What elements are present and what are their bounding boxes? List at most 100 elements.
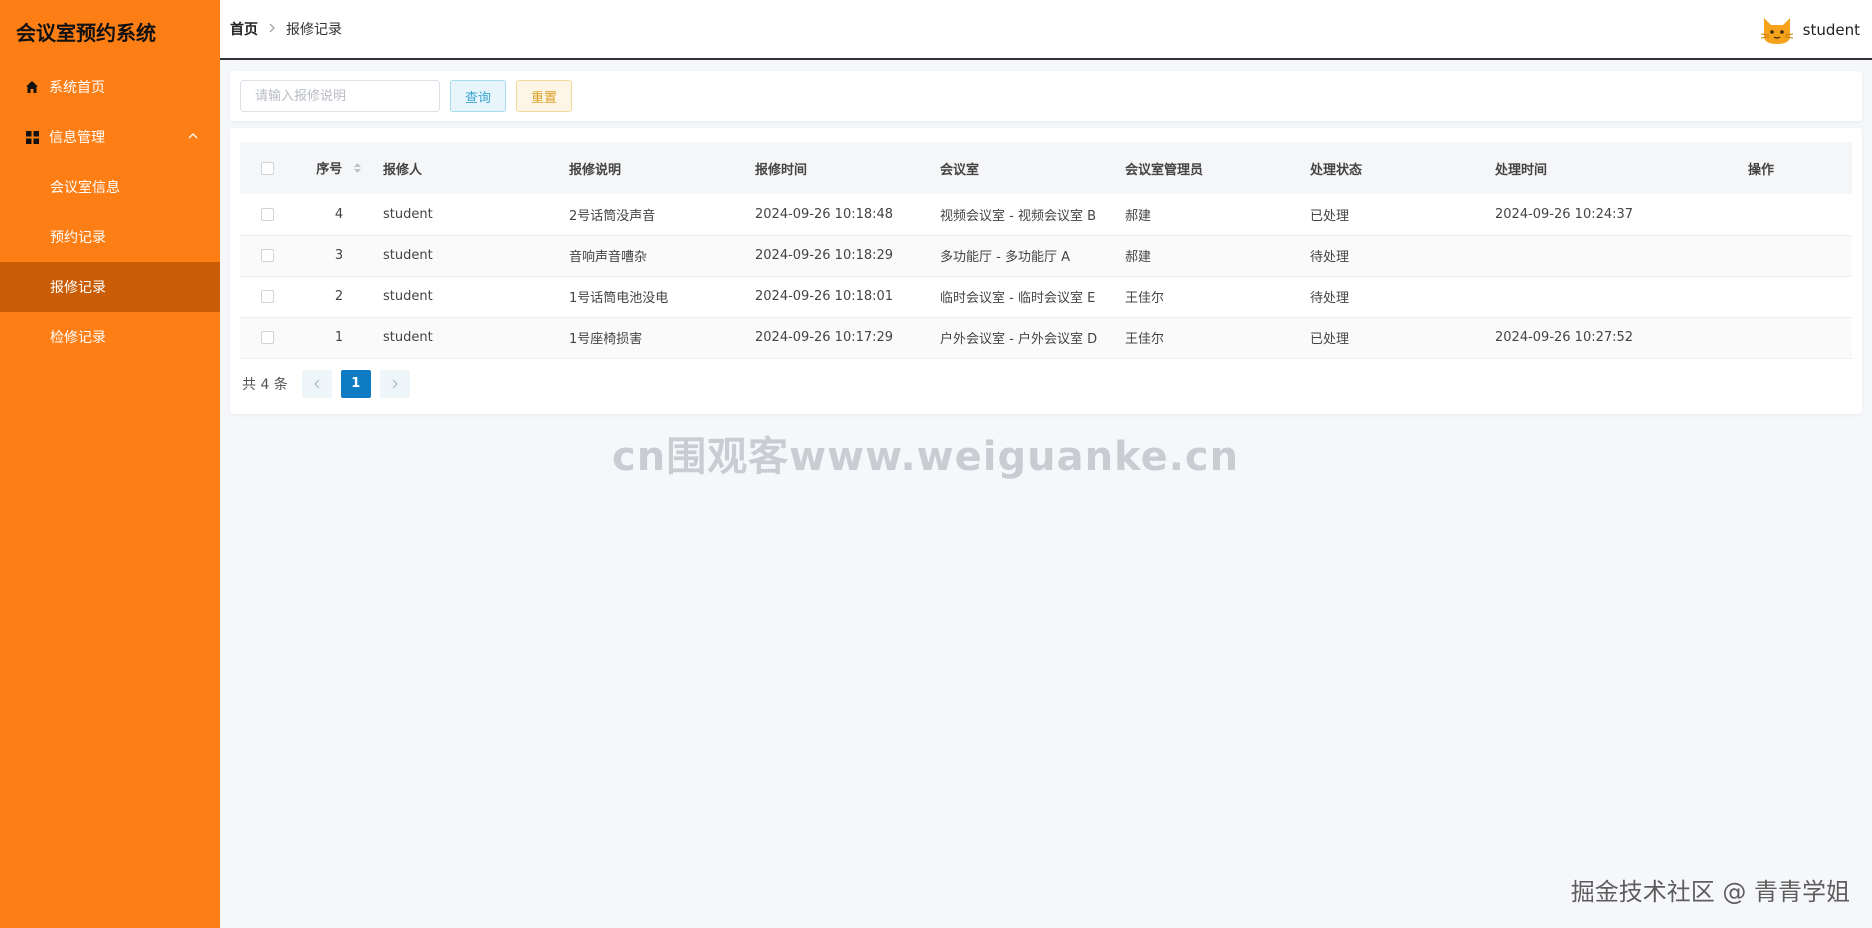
cell-description: 音响声音嘈杂 [569,250,648,265]
cell-time: 2024-09-26 10:18:01 [755,289,894,304]
column-header-actions: 操作 [1748,162,1775,178]
sidebar-item-label: 信息管理 [49,130,105,146]
pagination-next-button[interactable] [379,369,410,398]
cell-time: 2024-09-26 10:17:29 [755,330,894,345]
cell-status: 待处理 [1310,250,1350,265]
cell-reporter: student [383,206,433,222]
cell-index: 2 [334,289,344,304]
sidebar-group-info-management[interactable]: 信息管理 [0,112,220,162]
cell-handled-time: 2024-09-26 10:27:52 [1495,330,1634,345]
reset-button[interactable]: 重置 [516,80,573,112]
cell-description: 1号座椅损害 [569,332,643,347]
cell-handled-time: 2024-09-26 10:24:37 [1495,206,1634,222]
sidebar-item-room-info[interactable]: 会议室信息 [0,162,220,212]
row-checkbox-cell [240,276,295,317]
cell-time: 2024-09-26 10:18:48 [755,206,894,222]
cell-status: 已处理 [1310,208,1350,224]
cell-room: 视频会议室 - 视频会议室 B [940,208,1097,224]
search-bar: 查询 重置 [230,71,1862,121]
cell-handled-time [1495,276,1748,317]
cell-room: 临时会议室 - 临时会议室 E [940,291,1096,306]
select-all-checkbox[interactable] [261,161,274,175]
column-header-reporter: 报修人 [383,162,423,178]
grid-icon [24,129,40,145]
pagination-total: 共 4 条 [242,376,288,393]
column-header-label: 序号 [316,162,343,178]
breadcrumb-home[interactable]: 首页 [230,19,258,39]
column-header-handled-time: 处理时间 [1495,162,1548,178]
cat-avatar-icon [1760,14,1794,46]
cell-manager: 王佳尔 [1125,291,1165,306]
cell-actions [1748,194,1852,235]
row-checkbox[interactable] [261,331,274,344]
column-header-status: 处理状态 [1310,162,1363,178]
cell-manager: 郝建 [1125,250,1152,265]
table-row: 4 student 2号话筒没声音 2024-09-26 10:18:48 视频… [240,194,1852,235]
table-header-row: 序号 报修人 报修说明 报修时间 会议室 会议室管理员 处理状态 处理时间 操作 [240,142,1852,194]
table-row: 1 student 1号座椅损害 2024-09-26 10:17:29 户外会… [240,317,1852,358]
column-header-time: 报修时间 [755,162,808,178]
cell-manager: 王佳尔 [1125,332,1165,347]
cell-description: 1号话筒电池没电 [569,291,669,306]
cell-reporter: student [383,289,433,304]
sidebar: 会议室预约系统 系统首页 信息管理 会议室信息 预约记录 报修记录 检修记录 [0,0,220,928]
column-header-index[interactable]: 序号 [295,142,383,194]
sidebar-item-inspection-records[interactable]: 检修记录 [0,312,220,362]
sidebar-item-repair-records[interactable]: 报修记录 [0,262,220,312]
row-checkbox-cell [240,317,295,358]
user-name: student [1802,21,1860,39]
sidebar-item-reservations[interactable]: 预约记录 [0,212,220,262]
search-input[interactable] [240,80,440,112]
top-header: 首页 报修记录 student [220,0,1872,60]
cell-index: 4 [334,206,344,222]
cell-room: 户外会议室 - 户外会议室 D [940,332,1098,347]
home-icon [24,79,40,95]
cell-description: 2号话筒没声音 [569,208,656,224]
sidebar-item-label: 系统首页 [49,80,105,96]
chevron-up-icon [188,129,198,145]
cell-index: 1 [334,330,344,345]
sidebar-item-label: 会议室信息 [50,180,120,196]
watermark-center: cn围观客www.weiguanke.cn [612,434,1240,480]
cell-status: 待处理 [1310,291,1350,306]
cell-status: 已处理 [1310,332,1350,347]
row-checkbox[interactable] [261,207,274,221]
chevron-left-icon [313,379,320,388]
breadcrumb-separator-icon [268,22,276,37]
watermark-corner: 掘金技术社区 @ 青青学姐 [1570,878,1850,906]
breadcrumb-current: 报修记录 [286,22,342,38]
cell-actions [1748,235,1852,276]
sort-icon[interactable] [353,162,362,178]
app-title: 会议室预约系统 [16,20,156,45]
cell-handled-time [1495,235,1748,276]
row-checkbox-cell [240,194,295,235]
row-checkbox[interactable] [261,249,274,262]
cell-index: 3 [334,248,344,263]
column-header-room: 会议室 [940,162,980,178]
query-button[interactable]: 查询 [450,80,507,112]
pagination: 共 4 条 1 [240,369,1852,398]
table-card: 序号 报修人 报修说明 报修时间 会议室 会议室管理员 处理状态 处理时间 操作… [230,128,1862,414]
cell-time: 2024-09-26 10:18:29 [755,248,894,263]
breadcrumb: 首页 报修记录 [220,19,342,39]
pagination-page-button[interactable]: 1 [340,369,371,398]
cell-actions [1748,276,1852,317]
column-header-manager: 会议室管理员 [1125,162,1204,178]
pagination-prev-button[interactable] [301,369,332,398]
cell-reporter: student [383,248,433,263]
row-checkbox-cell [240,235,295,276]
sidebar-item-label: 检修记录 [50,330,106,346]
row-checkbox[interactable] [261,290,274,303]
cell-actions [1748,317,1852,358]
column-header-description: 报修说明 [569,162,622,178]
sidebar-item-label: 预约记录 [50,230,106,246]
table-row: 2 student 1号话筒电池没电 2024-09-26 10:18:01 临… [240,276,1852,317]
select-all-cell [240,142,295,194]
sidebar-item-home[interactable]: 系统首页 [0,62,220,112]
sidebar-item-label: 报修记录 [50,280,106,296]
repair-records-table: 序号 报修人 报修说明 报修时间 会议室 会议室管理员 处理状态 处理时间 操作… [240,142,1852,359]
cell-reporter: student [383,330,433,345]
cell-room: 多功能厅 - 多功能厅 A [940,250,1070,265]
user-menu[interactable]: student [1760,14,1860,46]
chevron-right-icon [392,379,398,388]
